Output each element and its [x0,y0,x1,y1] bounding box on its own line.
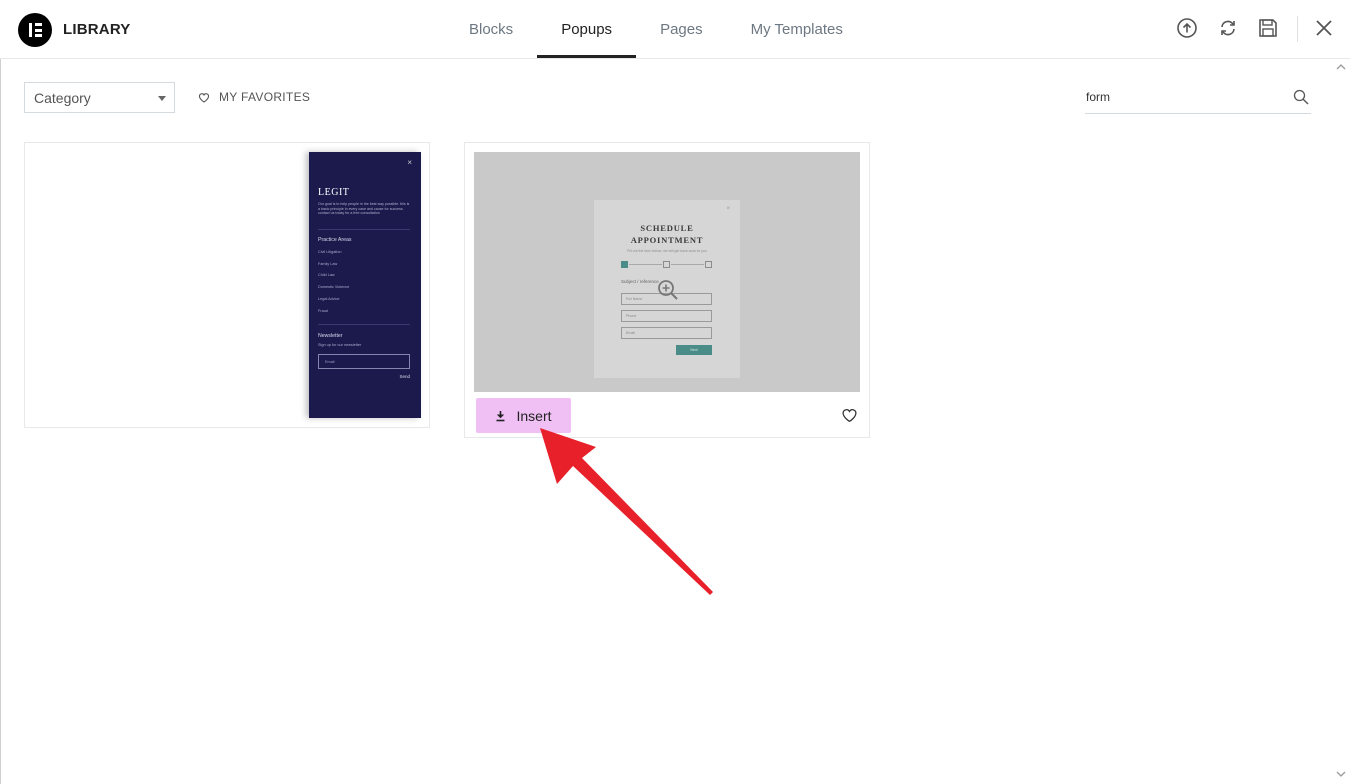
library-header: LIBRARY Blocks Popups Pages My Templates [0,0,1350,59]
tab-blocks[interactable]: Blocks [445,0,537,58]
thumbnail-item: Civil Litigation [318,250,342,254]
template-thumbnail-legit[interactable]: × LEGIT Our goal is to help people in th… [309,152,421,418]
insert-button-label: Insert [516,407,552,424]
thumbnail-divider [318,229,410,230]
tab-pages[interactable]: Pages [636,0,727,58]
thumbnail-step [663,261,670,268]
thumbnail-section-practice: Practice Areas [318,237,352,243]
download-icon [496,410,505,421]
heart-icon [198,92,210,103]
thumbnail-step-line [671,264,704,265]
thumbnail-close-icon: × [726,206,730,212]
category-select-label: Category [34,89,91,106]
thumbnail-field: Phone [621,310,712,322]
thumbnail-item: Domestic Violence [318,285,350,289]
close-icon[interactable] [1313,17,1335,39]
window-frame [0,0,1,784]
favorite-heart-icon[interactable] [841,407,858,423]
thumbnail-field: Email [621,327,712,339]
thumbnail-blurb: Our goal is to help people in the best w… [318,202,410,216]
thumbnail-send: Send [399,374,410,379]
insert-button[interactable]: Insert [476,398,571,433]
thumbnail-item: Family Law [318,262,338,266]
save-icon[interactable] [1257,17,1279,39]
template-thumbnail-schedule[interactable]: × SCHEDULE APPOINTMENT Fill out the form… [474,152,860,392]
chevron-down-icon [158,96,166,101]
thumbnail-section-newsletter: Newsletter [318,333,343,339]
tab-popups[interactable]: Popups [537,0,636,58]
search-box [1085,84,1311,114]
scroll-up-icon[interactable] [1335,62,1347,72]
search-icon[interactable] [1293,89,1309,105]
thumbnail-divider [318,324,410,325]
thumbnail-item: Legal Advice [318,297,340,301]
tab-my-templates[interactable]: My Templates [727,0,867,58]
scroll-down-icon[interactable] [1335,769,1347,779]
thumbnail-brand: LEGIT [318,187,350,198]
zoom-in-icon[interactable] [657,279,679,301]
template-card-schedule-appointment[interactable]: × SCHEDULE APPOINTMENT Fill out the form… [464,142,870,438]
category-select[interactable]: Category [24,82,175,113]
thumbnail-step [705,261,712,268]
upload-icon[interactable] [1176,17,1198,39]
thumbnail-step [621,261,628,268]
thumbnail-title-line1: SCHEDULE [640,223,694,233]
thumbnail-label: Subject / reference [621,279,659,284]
thumbnail-item: Child Law [318,273,335,277]
annotation-arrow-icon [540,428,713,595]
thumbnail-next-button: Next [676,345,712,355]
template-card-legit[interactable]: × LEGIT Our goal is to help people in th… [24,142,430,428]
sync-icon[interactable] [1217,17,1239,39]
thumbnail-close-icon: × [407,158,412,167]
my-favorites-filter[interactable]: MY FAVORITES [198,89,310,105]
thumbnail-title-line2: APPOINTMENT [630,235,704,245]
thumbnail-item: Fraud [318,309,328,313]
library-tabs: Blocks Popups Pages My Templates [445,0,867,58]
thumbnail-subtitle: Fill out the form below, we will get bac… [627,249,707,253]
elementor-logo-icon [18,13,52,47]
my-favorites-label: MY FAVORITES [219,90,311,104]
header-divider [1297,16,1298,42]
library-title: LIBRARY [63,21,131,38]
thumbnail-email-field: Email [318,354,410,369]
thumbnail-newsletter-sub: Sign up for our newsletter [318,343,362,347]
thumbnail-step-line [629,264,662,265]
search-input[interactable] [1085,84,1285,110]
